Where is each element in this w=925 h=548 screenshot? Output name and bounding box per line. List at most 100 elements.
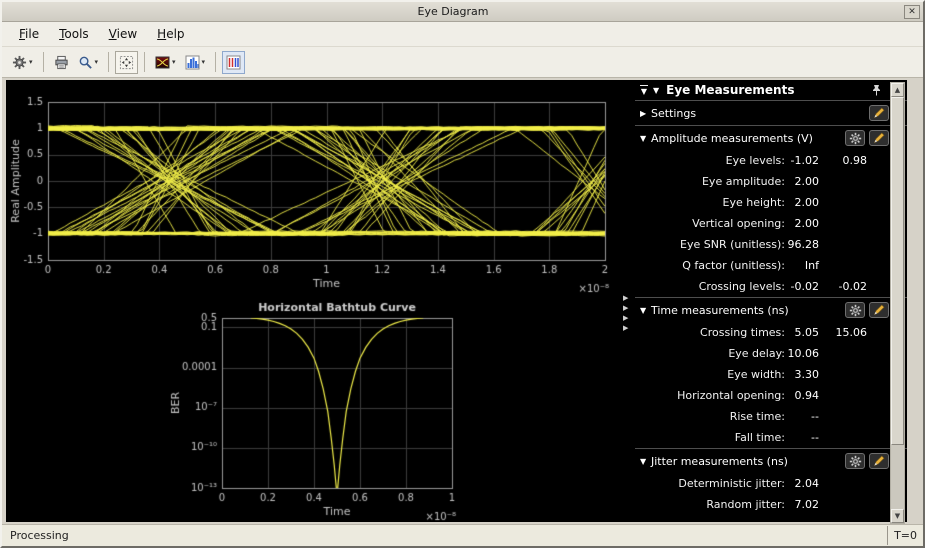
dropdown-arrow-icon: ▾ — [202, 58, 206, 66]
menu-help-mnemonic: H — [157, 27, 166, 41]
main-area: ▶ ▶ ▶ ▶ ▼ ▼ Eye Measurements ✕ ▶Settings… — [2, 78, 923, 524]
histogram-dropdown-button[interactable]: ▾ — [181, 51, 210, 74]
pin-icon[interactable] — [871, 84, 882, 96]
section-settings-gear-button[interactable] — [845, 302, 865, 318]
toolbar-separator — [144, 52, 145, 72]
measurement-value: 10.06 — [785, 347, 819, 360]
vertical-scrollbar[interactable]: ▲ ▼ — [890, 82, 905, 524]
measurements-panel: ▼ ▼ Eye Measurements ✕ ▶Settings▼Amplitu… — [635, 80, 907, 522]
chevron-right-icon[interactable]: ▶ — [640, 109, 651, 118]
measurement-value: 0.94 — [785, 389, 819, 402]
scrollbar-thumb[interactable] — [891, 97, 904, 445]
bathtub-curve-plot — [113, 302, 543, 522]
chevron-down-icon[interactable]: ▼ — [640, 134, 651, 143]
chevron-down-icon[interactable]: ▼ — [640, 306, 651, 315]
section-header-settings[interactable]: ▶Settings — [635, 101, 907, 125]
measurement-value: -- — [785, 410, 819, 423]
measurement-row: Rise time:-- — [635, 406, 907, 427]
measurement-row: Q factor (unitless):Inf — [635, 255, 907, 276]
colormap-icon — [155, 55, 170, 70]
menu-help-label: elp — [166, 27, 184, 41]
measurement-label: Eye amplitude: — [635, 175, 785, 188]
eye-diagram-window: Eye Diagram ✕ File Tools View Help ▾ ▾ ▾ — [0, 0, 925, 548]
menu-help[interactable]: Help — [148, 24, 193, 44]
measurement-label: Eye width: — [635, 368, 785, 381]
section-header-amplitude[interactable]: ▼Amplitude measurements (V) — [635, 126, 907, 150]
menu-file[interactable]: File — [10, 24, 48, 44]
chevron-down-icon[interactable]: ▼ — [653, 86, 659, 95]
section-header-jitter[interactable]: ▼Jitter measurements (ns) — [635, 449, 907, 473]
print-button[interactable] — [50, 51, 73, 74]
section-edit-pencil-button[interactable] — [869, 453, 889, 469]
section-edit-pencil-button[interactable] — [869, 130, 889, 146]
fit-to-view-button[interactable] — [115, 51, 138, 74]
measurement-value-2: 15.06 — [819, 326, 867, 339]
dropdown-arrow-icon: ▾ — [172, 58, 176, 66]
measurement-row: Random jitter:7.02 — [635, 494, 907, 515]
measurement-value: 7.02 — [785, 498, 819, 511]
measurement-row: Eye width:3.30 — [635, 364, 907, 385]
measurement-value: 2.00 — [785, 217, 819, 230]
chevron-down-icon[interactable]: ▼ — [640, 457, 651, 466]
measurement-label: Eye height: — [635, 196, 785, 209]
section-edit-pencil-button[interactable] — [869, 105, 889, 121]
dropdown-arrow-icon: ▾ — [29, 58, 33, 66]
panel-section-amplitude: ▼Amplitude measurements (V)Eye levels:-1… — [635, 125, 907, 297]
collapse-all-icon[interactable]: ▼ — [640, 85, 648, 96]
measurement-label: Q factor (unitless): — [635, 259, 785, 272]
arrow-right-icon[interactable]: ▶ — [623, 304, 628, 312]
gear-icon — [849, 455, 862, 468]
pencil-icon — [873, 107, 885, 119]
measurement-row: Eye height:2.00 — [635, 192, 907, 213]
measurement-row: Eye delay:10.06 — [635, 343, 907, 364]
eye-measurements-toggle-button[interactable] — [222, 51, 245, 74]
toolbar-separator — [108, 52, 109, 72]
section-label: Settings — [651, 107, 696, 120]
gear-icon — [849, 304, 862, 317]
scroll-down-button[interactable]: ▼ — [891, 509, 904, 523]
arrow-right-icon[interactable]: ▶ — [623, 324, 628, 332]
zoom-dropdown-button[interactable]: ▾ — [74, 51, 103, 74]
section-settings-gear-button[interactable] — [845, 130, 865, 146]
panel-collapse-arrows[interactable]: ▶ ▶ ▶ ▶ — [623, 294, 628, 332]
section-label: Amplitude measurements (V) — [651, 132, 813, 145]
window-close-button[interactable]: ✕ — [904, 5, 920, 19]
toolbar-separator — [43, 52, 44, 72]
status-bar: Processing T=0 — [2, 524, 923, 546]
measurement-label: Eye levels: — [635, 154, 785, 167]
section-header-time[interactable]: ▼Time measurements (ns) — [635, 298, 907, 322]
measurement-label: Horizontal opening: — [635, 389, 785, 402]
menu-file-label: ile — [25, 27, 39, 41]
style-colormap-button[interactable]: ▾ — [151, 51, 180, 74]
status-message: Processing — [2, 529, 887, 542]
plot-region: ▶ ▶ ▶ ▶ ▼ ▼ Eye Measurements ✕ ▶Settings… — [6, 80, 907, 522]
zoom-icon — [78, 55, 93, 70]
measurement-row: Fall time:-- — [635, 427, 907, 448]
section-edit-pencil-button[interactable] — [869, 302, 889, 318]
measurement-value: 96.28 — [785, 238, 819, 251]
panel-section-time: ▼Time measurements (ns)Crossing times:5.… — [635, 297, 907, 448]
measurement-row: Horizontal opening:0.94 — [635, 385, 907, 406]
arrow-right-icon[interactable]: ▶ — [623, 314, 628, 322]
section-settings-gear-button[interactable] — [845, 453, 865, 469]
arrow-right-icon[interactable]: ▶ — [623, 294, 628, 302]
scroll-up-button[interactable]: ▲ — [891, 83, 904, 97]
pencil-icon — [873, 455, 885, 467]
menu-tools[interactable]: Tools — [50, 24, 98, 44]
menu-view-mnemonic: V — [109, 27, 117, 41]
printer-icon — [54, 55, 69, 70]
measurement-row: Eye SNR (unitless):96.28 — [635, 234, 907, 255]
measurement-row: Deterministic jitter:2.04 — [635, 473, 907, 494]
measurement-value: 3.30 — [785, 368, 819, 381]
settings-dropdown-button[interactable]: ▾ — [8, 51, 37, 74]
toolbar: ▾ ▾ ▾ ▾ — [2, 47, 923, 78]
measurements-panel-header[interactable]: ▼ ▼ Eye Measurements ✕ — [635, 80, 907, 101]
menu-tools-label: ools — [64, 27, 88, 41]
measurement-value: Inf — [785, 259, 819, 272]
measurement-label: Crossing levels: — [635, 280, 785, 293]
menu-bar: File Tools View Help — [2, 22, 923, 47]
measurement-row: Eye levels:-1.020.98 — [635, 150, 907, 171]
measurement-value: 2.00 — [785, 196, 819, 209]
menu-view[interactable]: View — [100, 24, 146, 44]
title-bar[interactable]: Eye Diagram ✕ — [2, 2, 923, 22]
